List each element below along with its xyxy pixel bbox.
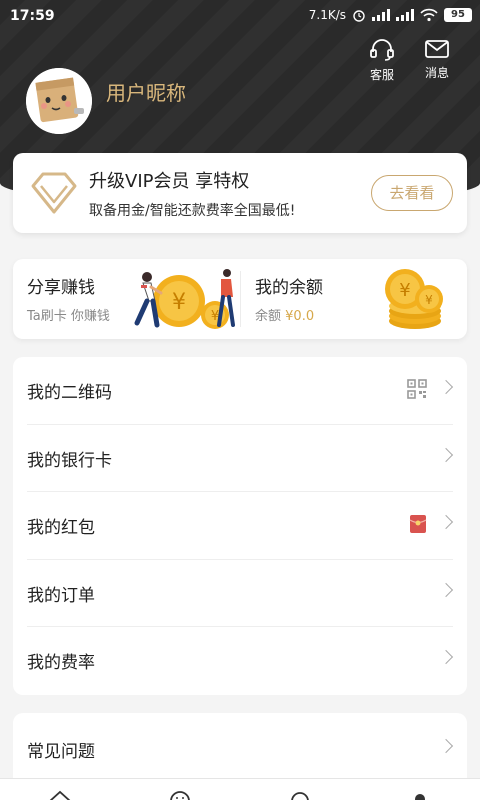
svg-text:¥: ¥ [425,293,433,307]
network-speed: 7.1K/s [308,8,346,22]
status-time: 17:59 [10,8,55,24]
envelope-icon [425,40,449,58]
svg-text:¥: ¥ [399,280,410,301]
menu-list: 我的二维码 我的银行卡 我的红包 我的订单 我的费率 [13,357,467,695]
promo-divider [240,271,241,327]
profile-icon[interactable] [408,789,432,800]
menu-item-orders[interactable]: 我的订单 [27,560,454,628]
vip-subtitle: 取备用金/智能还款费率全国最低! [89,203,296,219]
menu-item-qr-code[interactable]: 我的二维码 [27,357,454,425]
chevron-right-icon [438,582,454,597]
signal-icon [372,9,390,21]
battery-indicator: 95 [444,8,472,22]
bottom-tab-bar [0,778,480,800]
chevron-right-icon [438,447,454,462]
menu-item-faq[interactable]: 常见问题 [13,713,467,783]
view-vip-button[interactable]: 去看看 [371,175,453,211]
customer-service-button[interactable]: 客服 [362,38,402,83]
menu-item-label: 我的银行卡 [27,450,112,471]
headset-icon [370,39,394,61]
search-icon[interactable] [288,789,312,800]
menu-item-rates[interactable]: 我的费率 [27,627,454,695]
messages-button[interactable]: 消息 [417,38,457,81]
avatar[interactable] [26,68,92,134]
customer-service-label: 客服 [369,68,394,82]
coin-stack-icon: ¥ ¥ [385,269,443,329]
smile-icon[interactable] [168,789,192,800]
chevron-right-icon [438,738,454,754]
status-icons: 7.1K/s 95 [309,8,472,22]
vip-title: 升级VIP会员 享特权 [89,171,250,192]
svg-text:¥: ¥ [172,290,186,315]
menu-item-bank-cards[interactable]: 我的银行卡 [27,425,454,493]
chevron-right-icon [438,379,454,395]
menu-item-label: 我的订单 [27,585,95,606]
balance-title: 我的余额 [255,278,323,298]
balance-prefix: 余额 [255,309,282,324]
user-nickname[interactable]: 用户昵称 [106,77,186,106]
promo-card: 分享赚钱 Ta刷卡 你赚钱 ¥ ¥ 我的余额 余额 ¥0.0 ¥ ¥ [13,259,467,339]
wifi-icon [420,8,438,22]
signal-icon [396,9,414,21]
menu-item-label: 我的费率 [27,653,95,674]
red-envelope-icon [409,515,427,534]
share-earn-title: 分享赚钱 [27,278,95,298]
people-pushing-coin-illustration: ¥ ¥ [134,269,235,329]
status-bar: 17:59 7.1K/s 95 [0,0,480,34]
menu-item-red-envelopes[interactable]: 我的红包 [27,492,454,560]
balance-amount: ¥0.0 [285,309,315,324]
balance-subtitle: 余额 ¥0.0 [255,305,314,324]
cartoon-box-avatar-icon [26,68,92,134]
alarm-icon [353,10,365,22]
menu-item-label: 我的红包 [27,518,95,539]
share-earn-subtitle: Ta刷卡 你赚钱 [27,309,110,324]
messages-label: 消息 [424,66,449,80]
vip-upgrade-card[interactable]: 升级VIP会员 享特权 取备用金/智能还款费率全国最低! 去看看 [13,153,467,233]
diamond-icon [31,172,77,214]
menu-item-label: 我的二维码 [27,383,112,403]
chevron-right-icon [438,515,454,530]
chevron-right-icon [438,650,454,665]
qr-code-icon [407,379,427,399]
home-icon[interactable] [48,789,72,800]
faq-label: 常见问题 [27,742,95,762]
